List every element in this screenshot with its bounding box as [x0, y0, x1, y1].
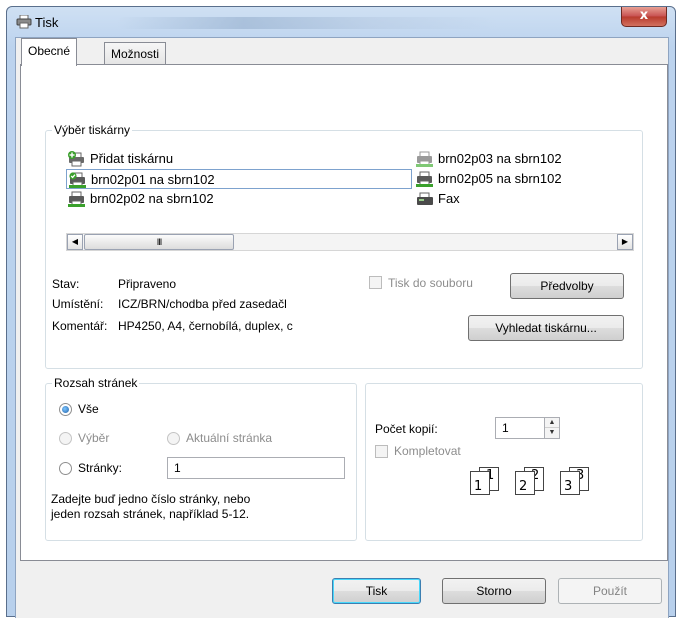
fax-icon: [417, 192, 433, 205]
comment-label: Komentář:: [52, 319, 108, 333]
pages-input-value: 1: [174, 461, 181, 475]
printer-icon: [16, 14, 32, 32]
page-range-group-label: Rozsah stránek: [52, 376, 140, 390]
pages-input[interactable]: 1: [167, 457, 345, 479]
scroll-thumb[interactable]: III: [84, 234, 234, 250]
printer-name: brn02p01 na sbrn102: [91, 172, 215, 187]
printer-name: brn02p02 na sbrn102: [90, 191, 214, 206]
printer-name: brn02p03 na sbrn102: [438, 151, 562, 166]
range-all-label: Vše: [78, 402, 99, 416]
page-range-group: Rozsah stránek Vše Výběr Aktuální stránk…: [45, 376, 357, 541]
default-printer-icon: [69, 172, 86, 188]
printer-list-scrollbar[interactable]: ◀ III ▶: [66, 233, 634, 251]
printer-item-brn02p02[interactable]: brn02p02 na sbrn102: [66, 189, 306, 209]
copies-input[interactable]: 1: [495, 417, 545, 439]
window-title: Tisk: [35, 15, 59, 30]
range-hint-line1: Zadejte buď jedno číslo stránky, nebo: [51, 492, 251, 506]
tab-general[interactable]: Obecné: [21, 38, 78, 66]
range-all-radio[interactable]: [59, 403, 72, 416]
page-icon: 1: [470, 471, 490, 495]
chevron-right-icon: ▶: [621, 237, 629, 246]
print-button-label: Tisk: [365, 584, 388, 598]
chevron-left-icon: ◀: [71, 237, 79, 246]
printer-item-fax[interactable]: Fax: [414, 189, 634, 209]
network-printer-icon: [68, 191, 85, 207]
tab-general-label: Obecné: [28, 44, 71, 58]
scroll-left-button[interactable]: ◀: [67, 234, 83, 250]
range-selection-radio[interactable]: [59, 432, 72, 445]
location-label: Umístění:: [52, 297, 104, 311]
range-pages-label: Stránky:: [78, 461, 123, 475]
copies-spinner[interactable]: ▲ ▼: [544, 417, 560, 439]
print-to-file-checkbox[interactable]: [369, 276, 382, 289]
title-bar[interactable]: Tisk x: [7, 7, 675, 37]
collate-checkbox[interactable]: [375, 445, 388, 458]
tab-panel-general: Výběr tiskárny Přidat tiskárnu brn02p01 …: [20, 64, 668, 561]
copies-input-value: 1: [502, 421, 509, 435]
page-icon: 2: [515, 471, 535, 495]
close-button[interactable]: x: [621, 7, 667, 27]
printer-selection-group: Výběr tiskárny Přidat tiskárnu brn02p01 …: [45, 123, 643, 369]
scroll-right-button[interactable]: ▶: [617, 234, 633, 250]
apply-button[interactable]: Použít: [558, 578, 662, 604]
blurred-title-area: [117, 17, 497, 29]
range-selection-label: Výběr: [78, 431, 110, 445]
network-printer-icon: [416, 171, 433, 187]
printer-item-add[interactable]: Přidat tiskárnu: [66, 149, 306, 169]
apply-button-label: Použít: [592, 584, 628, 598]
copies-label: Počet kopií:: [375, 422, 438, 436]
copies-group: Počet kopií: 1 ▲ ▼ Kompletovat 1 1 2 2 3…: [365, 383, 643, 541]
range-hint-line2: jeden rozsah stránek, například 5-12.: [51, 507, 250, 521]
printer-name: Fax: [438, 191, 460, 206]
add-printer-icon: [68, 151, 84, 167]
status-label: Stav:: [52, 277, 80, 291]
tab-options-label: Možnosti: [111, 47, 160, 61]
close-icon: x: [639, 8, 649, 23]
collate-label: Kompletovat: [394, 444, 461, 458]
cancel-button[interactable]: Storno: [442, 578, 546, 604]
cancel-button-label: Storno: [476, 584, 512, 598]
printer-item-brn02p05[interactable]: brn02p05 na sbrn102: [414, 169, 634, 189]
printer-group-label: Výběr tiskárny: [52, 123, 133, 137]
find-printer-button[interactable]: Vyhledat tiskárnu...: [468, 315, 624, 341]
range-current-page-radio[interactable]: [167, 432, 180, 445]
location-value: ICZ/BRN/chodba před zasedačl: [118, 297, 287, 311]
printer-item-brn02p03[interactable]: brn02p03 na sbrn102: [414, 149, 634, 169]
find-printer-button-label: Vyhledat tiskárnu...: [495, 321, 597, 335]
range-pages-radio[interactable]: [59, 462, 72, 475]
preferences-button[interactable]: Předvolby: [510, 273, 624, 299]
printer-item-brn02p01[interactable]: brn02p01 na sbrn102: [66, 169, 412, 189]
spin-down-icon[interactable]: ▼: [545, 428, 559, 438]
page-icon: 3: [560, 471, 580, 495]
range-current-page-label: Aktuální stránka: [186, 431, 273, 445]
print-button[interactable]: Tisk: [332, 578, 421, 604]
print-to-file-label: Tisk do souboru: [388, 276, 473, 290]
status-value: Připraveno: [118, 277, 177, 291]
network-printer-icon: [416, 151, 433, 167]
grip-icon: III: [156, 237, 162, 247]
comment-value: HP4250, A4, černobílá, duplex, c: [118, 319, 293, 333]
spin-up-icon[interactable]: ▲: [545, 418, 559, 428]
printer-name: Přidat tiskárnu: [90, 151, 174, 166]
tab-options[interactable]: Možnosti: [104, 42, 167, 64]
printer-name: brn02p05 na sbrn102: [438, 171, 562, 186]
preferences-button-label: Předvolby: [540, 279, 594, 293]
